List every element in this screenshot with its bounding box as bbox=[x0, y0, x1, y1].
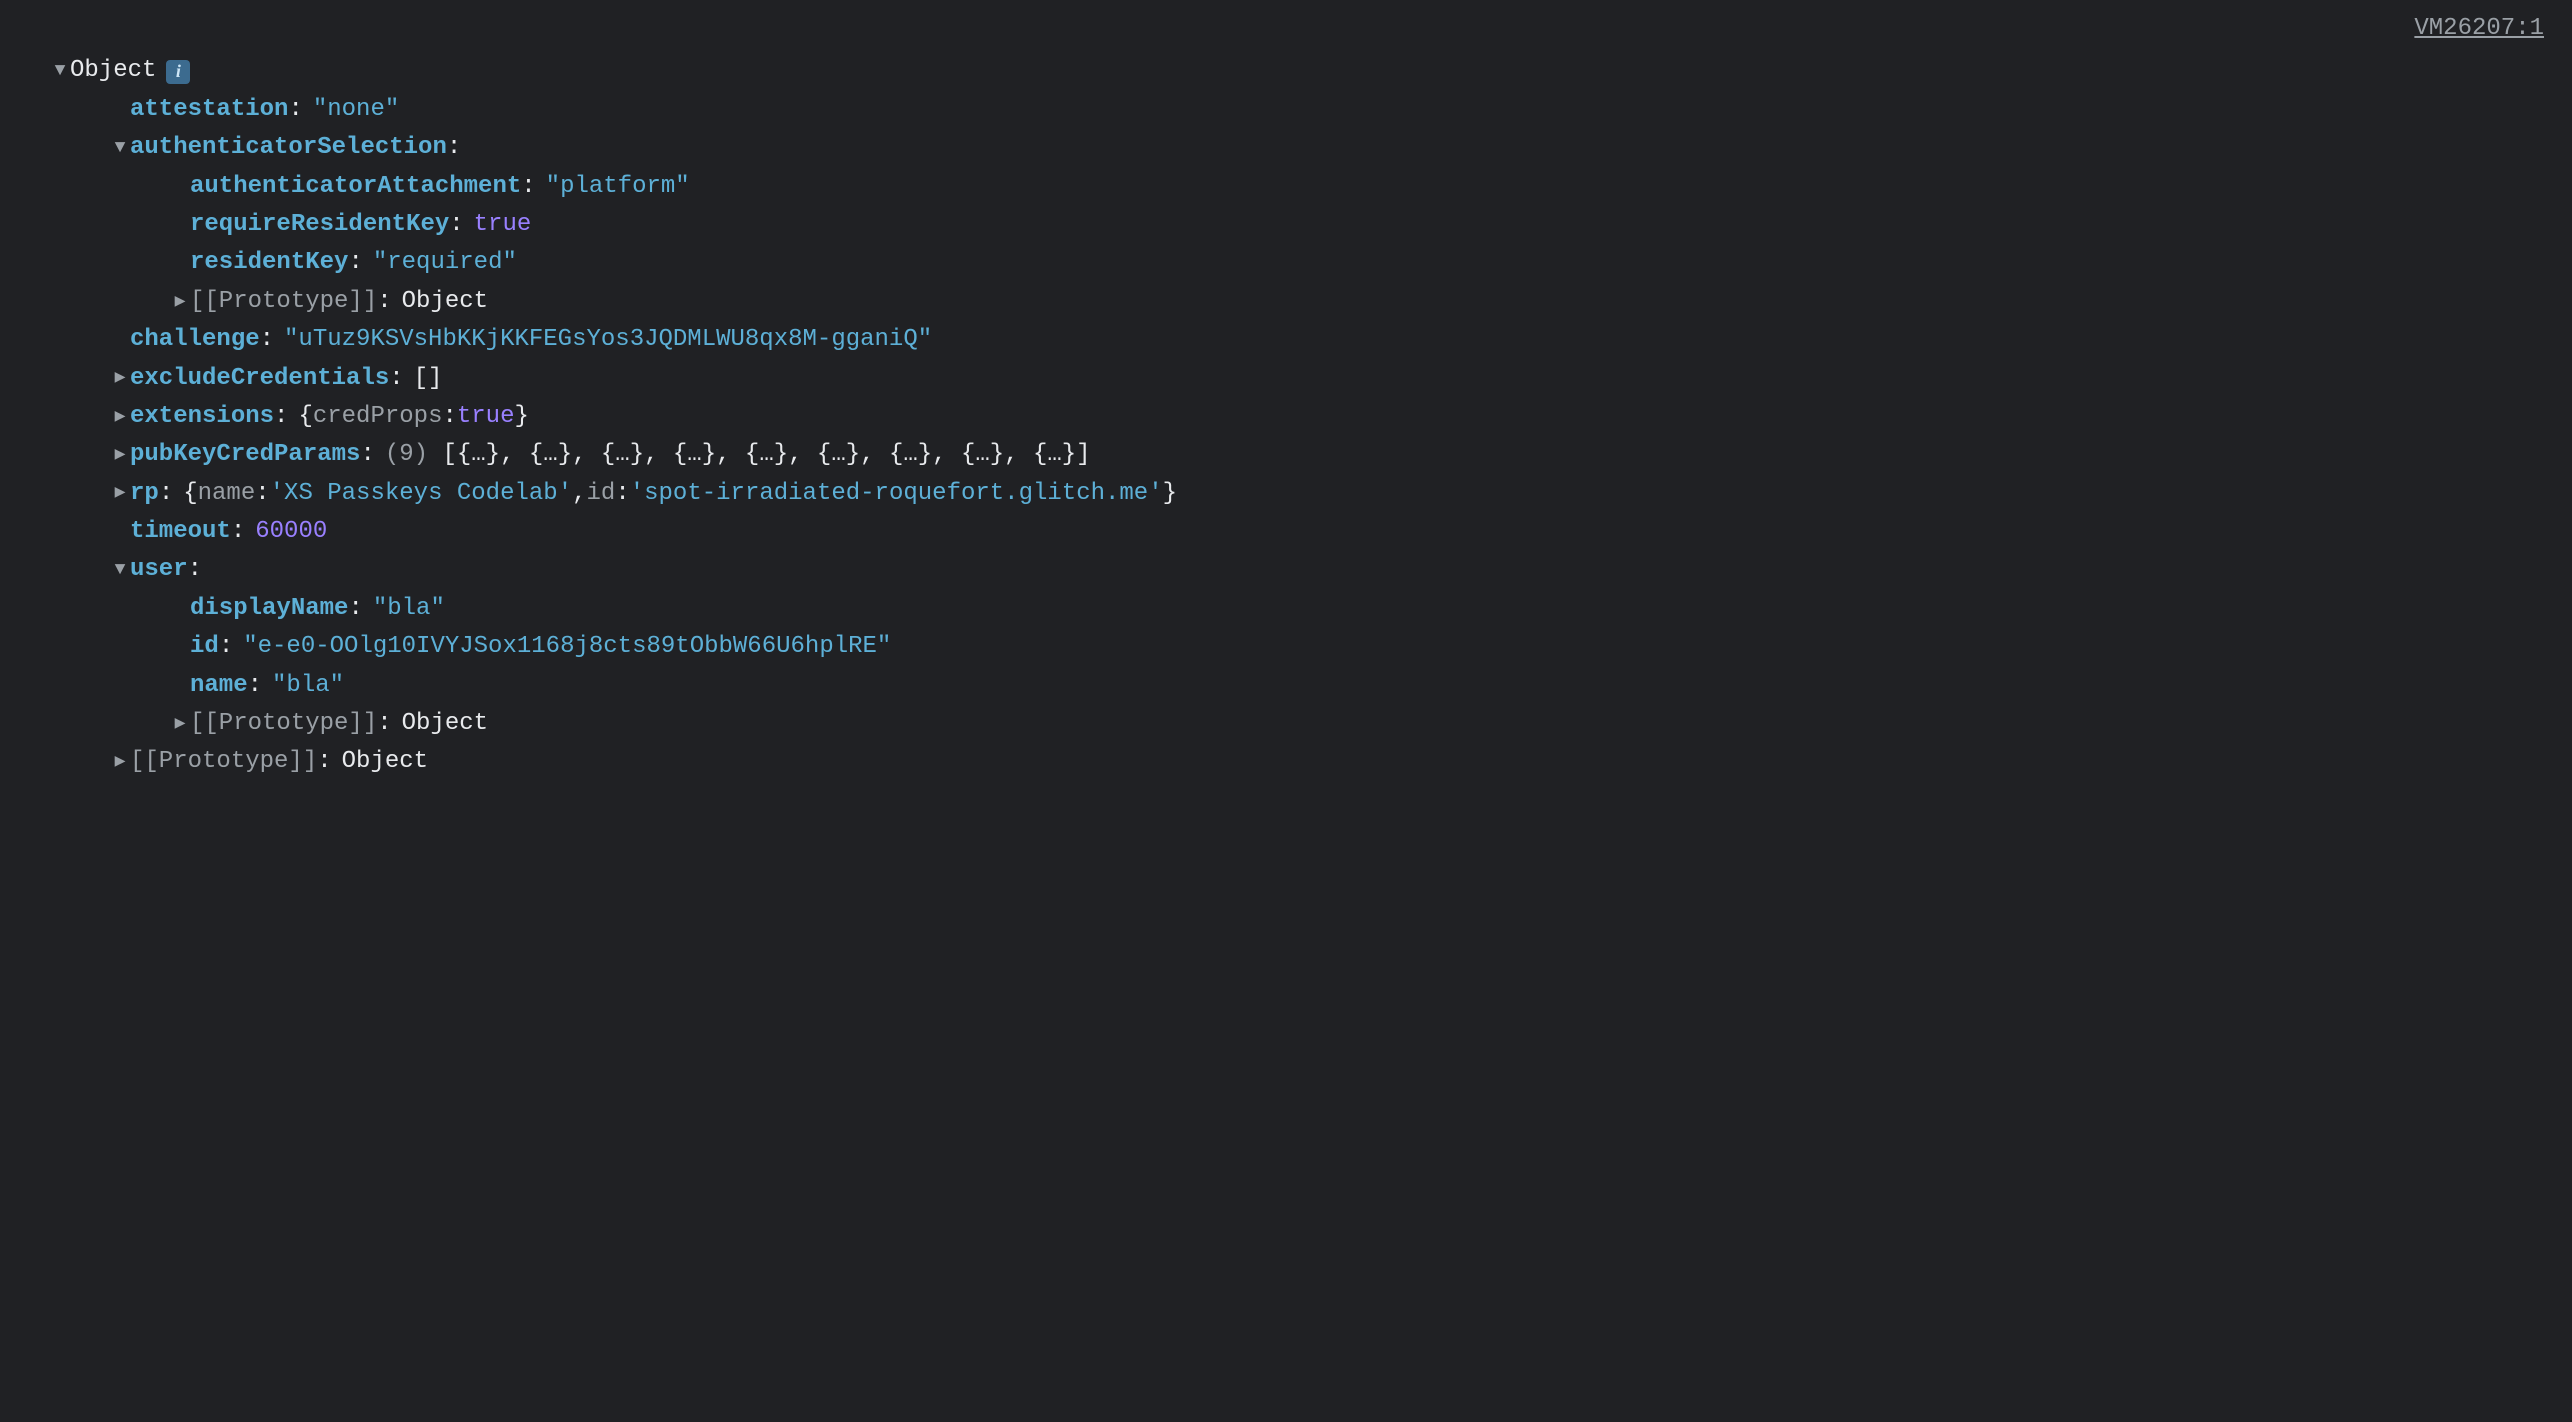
prop-value: Object bbox=[402, 283, 488, 321]
brace-open: { bbox=[183, 475, 197, 513]
prop-prototype[interactable]: [[Prototype]]: Object bbox=[20, 283, 2552, 321]
prop-value: true bbox=[474, 206, 532, 244]
prop-user[interactable]: user: bbox=[20, 551, 2552, 589]
prop-key: rp bbox=[130, 475, 159, 513]
inline-value: 'XS Passkeys Codelab' bbox=[270, 475, 572, 513]
prop-key: attestation bbox=[130, 91, 288, 129]
prop-resident-key[interactable]: residentKey: "required" bbox=[20, 244, 2552, 282]
chevron-right-icon[interactable] bbox=[110, 364, 130, 393]
prop-key: challenge bbox=[130, 321, 260, 359]
prop-user-name[interactable]: name: "bla" bbox=[20, 667, 2552, 705]
inline-key: id bbox=[587, 475, 616, 513]
prop-value: "bla" bbox=[272, 667, 344, 705]
prop-value: "platform" bbox=[546, 168, 690, 206]
comma: , bbox=[572, 475, 586, 513]
prop-extensions[interactable]: extensions: {credProps: true} bbox=[20, 398, 2552, 436]
prop-value: "e-e0-OOlg10IVYJSox1168j8cts89tObbW66U6h… bbox=[243, 628, 891, 666]
chevron-down-icon[interactable] bbox=[50, 57, 70, 86]
prop-key: residentKey bbox=[190, 244, 348, 282]
brace-open: { bbox=[298, 398, 312, 436]
prop-value: Object bbox=[342, 743, 428, 781]
chevron-right-icon[interactable] bbox=[110, 748, 130, 777]
prop-key: authenticatorAttachment bbox=[190, 168, 521, 206]
prop-pubkey-cred-params[interactable]: pubKeyCredParams: (9) [{…}, {…}, {…}, {…… bbox=[20, 436, 2552, 474]
prop-key: extensions bbox=[130, 398, 274, 436]
array-preview: [{…}, {…}, {…}, {…}, {…}, {…}, {…}, {…},… bbox=[442, 436, 1090, 474]
chevron-down-icon[interactable] bbox=[110, 556, 130, 585]
prop-timeout[interactable]: timeout: 60000 bbox=[20, 513, 2552, 551]
prop-value: "required" bbox=[373, 244, 517, 282]
chevron-right-icon[interactable] bbox=[110, 479, 130, 508]
prop-prototype[interactable]: [[Prototype]]: Object bbox=[20, 743, 2552, 781]
prop-key: [[Prototype]] bbox=[190, 283, 377, 321]
inline-value: true bbox=[457, 398, 515, 436]
prop-challenge[interactable]: challenge: "uTuz9KSVsHbKKjKKFEGsYos3JQDM… bbox=[20, 321, 2552, 359]
brace-close: } bbox=[1163, 475, 1177, 513]
source-link[interactable]: VM26207:1 bbox=[20, 10, 2552, 48]
prop-key: id bbox=[190, 628, 219, 666]
prop-key: displayName bbox=[190, 590, 348, 628]
prop-key: requireResidentKey bbox=[190, 206, 449, 244]
chevron-right-icon[interactable] bbox=[170, 710, 190, 739]
prop-user-id[interactable]: id: "e-e0-OOlg10IVYJSox1168j8cts89tObbW6… bbox=[20, 628, 2552, 666]
prop-require-resident-key[interactable]: requireResidentKey: true bbox=[20, 206, 2552, 244]
prop-key: [[Prototype]] bbox=[190, 705, 377, 743]
prop-key: authenticatorSelection bbox=[130, 129, 447, 167]
object-root-row[interactable]: Object i bbox=[20, 52, 2552, 90]
prop-rp[interactable]: rp: {name: 'XS Passkeys Codelab', id: 's… bbox=[20, 475, 2552, 513]
prop-value: "none" bbox=[313, 91, 399, 129]
inline-key: name bbox=[198, 475, 256, 513]
chevron-right-icon[interactable] bbox=[170, 288, 190, 317]
prop-value: Object bbox=[402, 705, 488, 743]
array-count: (9) bbox=[385, 436, 428, 474]
prop-attestation[interactable]: attestation: "none" bbox=[20, 91, 2552, 129]
chevron-down-icon[interactable] bbox=[110, 134, 130, 163]
inline-key: credProps bbox=[313, 398, 443, 436]
chevron-right-icon[interactable] bbox=[110, 441, 130, 470]
prop-value: [] bbox=[414, 360, 443, 398]
info-icon[interactable]: i bbox=[166, 60, 190, 84]
prop-value: "bla" bbox=[373, 590, 445, 628]
inline-value: 'spot-irradiated-roquefort.glitch.me' bbox=[630, 475, 1163, 513]
prop-key: timeout bbox=[130, 513, 231, 551]
chevron-right-icon[interactable] bbox=[110, 403, 130, 432]
prop-key: name bbox=[190, 667, 248, 705]
prop-key: user bbox=[130, 551, 188, 589]
prop-user-display-name[interactable]: displayName: "bla" bbox=[20, 590, 2552, 628]
prop-key: excludeCredentials bbox=[130, 360, 389, 398]
prop-key: pubKeyCredParams bbox=[130, 436, 360, 474]
object-label: Object bbox=[70, 52, 156, 90]
prop-exclude-credentials[interactable]: excludeCredentials: [] bbox=[20, 360, 2552, 398]
prop-authenticator-attachment[interactable]: authenticatorAttachment: "platform" bbox=[20, 168, 2552, 206]
prop-value: 60000 bbox=[255, 513, 327, 551]
brace-close: } bbox=[514, 398, 528, 436]
prop-value: "uTuz9KSVsHbKKjKKFEGsYos3JQDMLWU8qx8M-gg… bbox=[284, 321, 932, 359]
prop-authenticator-selection[interactable]: authenticatorSelection: bbox=[20, 129, 2552, 167]
prop-prototype[interactable]: [[Prototype]]: Object bbox=[20, 705, 2552, 743]
prop-key: [[Prototype]] bbox=[130, 743, 317, 781]
